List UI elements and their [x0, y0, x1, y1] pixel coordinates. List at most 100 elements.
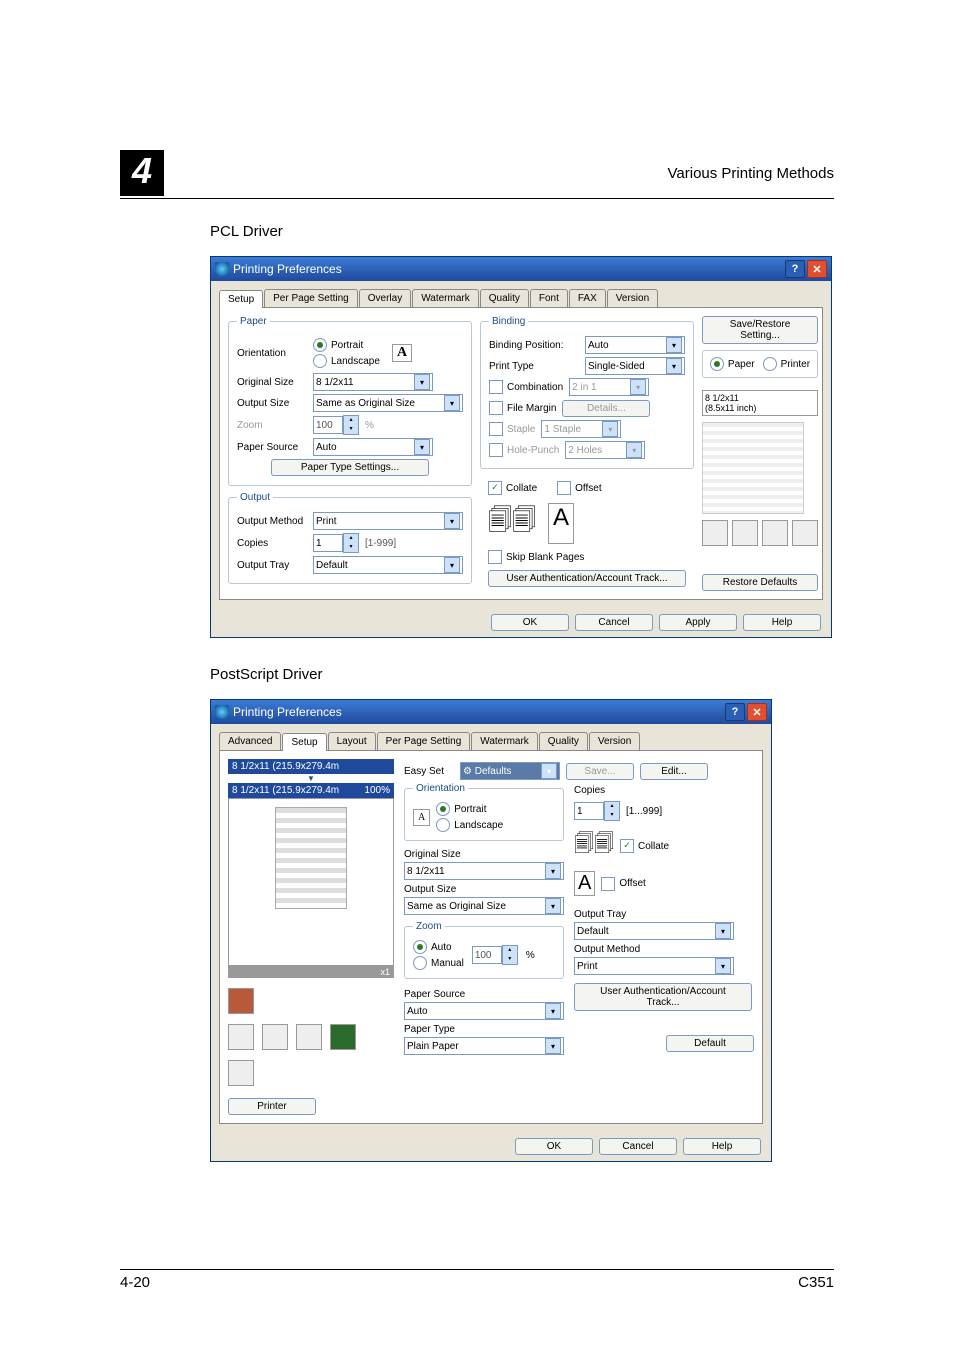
- portrait-radio[interactable]: Portrait: [313, 338, 380, 352]
- original-size-select[interactable]: 8 1/2x11▾: [313, 373, 433, 391]
- tab-setup[interactable]: Setup: [282, 733, 326, 751]
- close-icon[interactable]: ✕: [747, 703, 767, 721]
- copies-label: Copies: [237, 538, 307, 549]
- collate-label: Collate: [638, 841, 669, 852]
- hole-punch-check[interactable]: Hole-Punch: [489, 443, 559, 457]
- offset-check[interactable]: Offset: [557, 481, 602, 495]
- tab-advanced[interactable]: Advanced: [219, 732, 281, 750]
- user-auth-button[interactable]: User Authentication/Account Track...: [488, 570, 686, 587]
- staple-check[interactable]: Staple: [489, 422, 535, 436]
- cancel-button[interactable]: Cancel: [575, 614, 653, 631]
- file-margin-check[interactable]: File Margin: [489, 401, 556, 415]
- zoom-stepper[interactable]: ▴▾: [313, 415, 359, 435]
- binding-legend: Binding: [489, 316, 528, 327]
- original-size-value: 8 1/2x11: [407, 866, 445, 877]
- layout-icon[interactable]: [228, 1060, 254, 1086]
- layout-icon[interactable]: [296, 1024, 322, 1050]
- printer-view-radio[interactable]: Printer: [763, 357, 810, 371]
- tab-font[interactable]: Font: [530, 289, 568, 307]
- zoom-manual-radio[interactable]: Manual: [413, 956, 464, 970]
- print-type-label: Print Type: [489, 361, 579, 372]
- help-button[interactable]: Help: [683, 1138, 761, 1155]
- tab-perpage[interactable]: Per Page Setting: [377, 732, 471, 750]
- tab-quality[interactable]: Quality: [539, 732, 588, 750]
- help-button[interactable]: Help: [743, 614, 821, 631]
- titlebar: Printing Preferences ? ✕: [211, 700, 771, 724]
- app-icon: [215, 705, 229, 719]
- cancel-button[interactable]: Cancel: [599, 1138, 677, 1155]
- edit-button[interactable]: Edit...: [640, 763, 708, 780]
- zoom-auto-label: Auto: [431, 942, 452, 953]
- landscape-radio[interactable]: Landscape: [313, 354, 380, 368]
- ok-button[interactable]: OK: [491, 614, 569, 631]
- zoom-auto-radio[interactable]: Auto: [413, 940, 464, 954]
- tab-fax[interactable]: FAX: [569, 289, 606, 307]
- tab-version[interactable]: Version: [589, 732, 640, 750]
- copies-value[interactable]: [313, 534, 343, 552]
- tab-perpage[interactable]: Per Page Setting: [264, 289, 358, 307]
- output-size-select[interactable]: Same as Original Size▾: [404, 897, 564, 915]
- combination-check[interactable]: Combination: [489, 380, 563, 394]
- landscape-radio[interactable]: Landscape: [436, 818, 503, 832]
- tab-quality[interactable]: Quality: [480, 289, 529, 307]
- easyset-select[interactable]: ⚙ Defaults▾: [460, 762, 560, 780]
- tab-layout[interactable]: Layout: [328, 732, 376, 750]
- output-tray-select[interactable]: Default▾: [574, 922, 734, 940]
- footer-right: C351: [798, 1274, 834, 1291]
- print-type-select[interactable]: Single-Sided▾: [585, 357, 685, 375]
- layout-icon[interactable]: [762, 520, 788, 546]
- chevron-down-icon: ▾: [715, 958, 731, 974]
- orientation-icon[interactable]: [330, 1024, 356, 1050]
- copies-stepper[interactable]: ▴▾: [313, 533, 359, 553]
- layout-icon[interactable]: [732, 520, 758, 546]
- preview-zoom-badge: x1: [228, 966, 394, 978]
- help-icon[interactable]: ?: [785, 260, 805, 278]
- skip-blank-check[interactable]: Skip Blank Pages: [480, 548, 694, 566]
- paper-source-select[interactable]: Auto▾: [313, 438, 433, 456]
- paper-info: 8 1/2x11 (8.5x11 inch): [702, 390, 818, 416]
- layout-icon[interactable]: [702, 520, 728, 546]
- orientation-legend: Orientation: [413, 783, 468, 794]
- ok-button[interactable]: OK: [515, 1138, 593, 1155]
- help-icon[interactable]: ?: [725, 703, 745, 721]
- chevron-down-icon: ▾: [545, 1038, 561, 1054]
- tab-overlay[interactable]: Overlay: [359, 289, 411, 307]
- tab-watermark[interactable]: Watermark: [471, 732, 538, 750]
- paper-source-select[interactable]: Auto▾: [404, 1002, 564, 1020]
- layout-icon[interactable]: [792, 520, 818, 546]
- tab-watermark[interactable]: Watermark: [412, 289, 479, 307]
- collate-check[interactable]: ✓Collate: [620, 839, 669, 853]
- close-icon[interactable]: ✕: [807, 260, 827, 278]
- tab-setup[interactable]: Setup: [219, 290, 263, 308]
- apply-button[interactable]: Apply: [659, 614, 737, 631]
- zoom-value[interactable]: [313, 416, 343, 434]
- copies-value[interactable]: [574, 802, 604, 820]
- printer-button[interactable]: Printer: [228, 1098, 316, 1115]
- user-auth-button[interactable]: User Authentication/Account Track...: [574, 983, 752, 1011]
- offset-check[interactable]: Offset: [601, 877, 646, 891]
- layout-icon[interactable]: [262, 1024, 288, 1050]
- original-size-select[interactable]: 8 1/2x11▾: [404, 862, 564, 880]
- output-size-select[interactable]: Same as Original Size▾: [313, 394, 463, 412]
- output-tray-select[interactable]: Default▾: [313, 556, 463, 574]
- copies-stepper[interactable]: ▴▾: [574, 801, 620, 821]
- zoom-stepper[interactable]: ▴▾: [472, 945, 518, 965]
- restore-defaults-button[interactable]: Restore Defaults: [702, 574, 818, 591]
- paper-view-radio[interactable]: Paper: [710, 357, 755, 371]
- default-button[interactable]: Default: [666, 1035, 754, 1052]
- page-info-2-text: 8 1/2x11 (215.9x279.4m: [232, 785, 339, 796]
- tab-version[interactable]: Version: [607, 289, 658, 307]
- layout-icon[interactable]: [228, 1024, 254, 1050]
- paper-type-select[interactable]: Plain Paper▾: [404, 1037, 564, 1055]
- portrait-radio[interactable]: Portrait: [436, 802, 503, 816]
- save-restore-button[interactable]: Save/Restore Setting...: [702, 316, 818, 344]
- details-button: Details...: [562, 400, 650, 417]
- output-method-select[interactable]: Print▾: [313, 512, 463, 530]
- printer-icon[interactable]: [228, 988, 254, 1014]
- binding-position-select[interactable]: Auto▾: [585, 336, 685, 354]
- paper-type-settings-button[interactable]: Paper Type Settings...: [271, 459, 429, 476]
- zoom-value[interactable]: [472, 946, 502, 964]
- output-method-select[interactable]: Print▾: [574, 957, 734, 975]
- collate-check[interactable]: ✓Collate: [488, 481, 537, 495]
- chevron-down-icon: ▾: [545, 898, 561, 914]
